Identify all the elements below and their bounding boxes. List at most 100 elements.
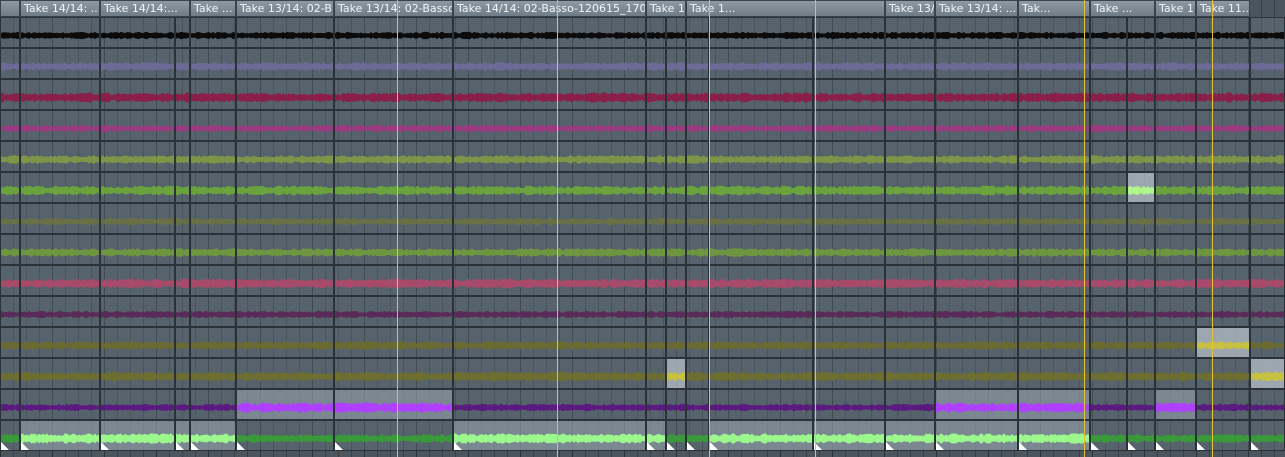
- audio-clip[interactable]: [1155, 327, 1196, 358]
- clip-resize-handle[interactable]: [1, 442, 9, 450]
- clip-resize-handle[interactable]: [454, 442, 462, 450]
- audio-clip[interactable]: [709, 110, 813, 141]
- audio-clip[interactable]: [709, 48, 813, 79]
- audio-clip[interactable]: [236, 17, 334, 48]
- audio-clip[interactable]: [453, 172, 646, 203]
- audio-clip[interactable]: [646, 172, 666, 203]
- clip-resize-handle[interactable]: [1019, 442, 1027, 450]
- audio-clip[interactable]: [686, 389, 709, 420]
- audio-clip[interactable]: [1196, 389, 1250, 420]
- audio-clip[interactable]: [1196, 296, 1250, 327]
- clip-title[interactable]: Take 14/14:...: [100, 0, 190, 17]
- audio-clip[interactable]: [709, 234, 813, 265]
- audio-clip[interactable]: [20, 420, 100, 451]
- audio-clip[interactable]: [175, 172, 190, 203]
- audio-clip[interactable]: [885, 48, 935, 79]
- audio-clip[interactable]: [813, 389, 885, 420]
- audio-clip[interactable]: [190, 48, 236, 79]
- audio-clip[interactable]: [175, 265, 190, 296]
- audio-clip[interactable]: [190, 358, 236, 389]
- audio-clip[interactable]: [20, 172, 100, 203]
- audio-clip[interactable]: [453, 420, 646, 451]
- audio-clip[interactable]: [175, 110, 190, 141]
- audio-clip[interactable]: [334, 296, 453, 327]
- audio-clip[interactable]: [709, 358, 813, 389]
- clip-title[interactable]: Take ...: [190, 0, 236, 17]
- audio-clip[interactable]: [334, 141, 453, 172]
- audio-clip[interactable]: [334, 234, 453, 265]
- audio-clip[interactable]: [453, 203, 646, 234]
- clip-title[interactable]: Take 1...: [686, 0, 885, 17]
- audio-clip[interactable]: [885, 389, 935, 420]
- audio-clip[interactable]: [646, 327, 666, 358]
- audio-clip[interactable]: [709, 389, 813, 420]
- time-marker[interactable]: [1084, 0, 1085, 457]
- audio-clip[interactable]: [190, 203, 236, 234]
- audio-clip[interactable]: [1250, 48, 1285, 79]
- audio-clip[interactable]: [646, 296, 666, 327]
- audio-clip[interactable]: [1250, 420, 1285, 451]
- audio-clip[interactable]: [20, 79, 100, 110]
- audio-clip[interactable]: [0, 420, 20, 451]
- time-marker[interactable]: [1212, 0, 1213, 457]
- clip-resize-handle[interactable]: [886, 442, 894, 450]
- clip-resize-handle[interactable]: [1091, 442, 1099, 450]
- audio-clip[interactable]: [709, 172, 813, 203]
- audio-clip[interactable]: [1018, 389, 1090, 420]
- audio-clip[interactable]: [0, 141, 20, 172]
- audio-clip[interactable]: [1127, 141, 1155, 172]
- audio-clip[interactable]: [236, 296, 334, 327]
- audio-clip[interactable]: [1196, 203, 1250, 234]
- audio-clip[interactable]: [1155, 358, 1196, 389]
- audio-clip[interactable]: [686, 420, 709, 451]
- audio-clip[interactable]: [935, 203, 1018, 234]
- audio-clip[interactable]: [935, 327, 1018, 358]
- track-lane[interactable]: [0, 79, 1285, 110]
- audio-clip[interactable]: [334, 265, 453, 296]
- audio-clip[interactable]: [100, 420, 175, 451]
- audio-clip[interactable]: [1250, 234, 1285, 265]
- audio-clip[interactable]: [666, 79, 686, 110]
- audio-clip[interactable]: [709, 265, 813, 296]
- audio-clip[interactable]: [813, 420, 885, 451]
- audio-clip[interactable]: [1090, 358, 1127, 389]
- track-lane[interactable]: [0, 265, 1285, 296]
- audio-clip[interactable]: [0, 48, 20, 79]
- audio-clip[interactable]: [20, 389, 100, 420]
- audio-clip[interactable]: [1090, 48, 1127, 79]
- track-lane[interactable]: [0, 420, 1285, 451]
- audio-clip[interactable]: [334, 327, 453, 358]
- audio-clip[interactable]: [686, 17, 709, 48]
- audio-clip[interactable]: [813, 110, 885, 141]
- audio-clip[interactable]: [1250, 327, 1285, 358]
- clip-title[interactable]: Take 14/14: ...: [20, 0, 100, 17]
- audio-clip[interactable]: [1196, 172, 1250, 203]
- audio-clip[interactable]: [666, 48, 686, 79]
- audio-clip[interactable]: [236, 203, 334, 234]
- time-marker[interactable]: [397, 0, 398, 457]
- audio-clip[interactable]: [190, 172, 236, 203]
- audio-clip[interactable]: [935, 79, 1018, 110]
- audio-clip[interactable]: [453, 141, 646, 172]
- audio-clip[interactable]: [1155, 79, 1196, 110]
- audio-clip[interactable]: [885, 79, 935, 110]
- audio-clip[interactable]: [813, 79, 885, 110]
- audio-clip[interactable]: [175, 203, 190, 234]
- audio-clip[interactable]: [1155, 172, 1196, 203]
- audio-clip[interactable]: [1196, 110, 1250, 141]
- audio-clip[interactable]: [1090, 389, 1127, 420]
- audio-clip[interactable]: [885, 265, 935, 296]
- audio-clip[interactable]: [236, 389, 334, 420]
- audio-clip[interactable]: [813, 172, 885, 203]
- audio-clip[interactable]: [1090, 327, 1127, 358]
- audio-clip[interactable]: [0, 296, 20, 327]
- audio-clip[interactable]: [20, 110, 100, 141]
- audio-clip[interactable]: [1018, 234, 1090, 265]
- audio-clip[interactable]: [1127, 327, 1155, 358]
- audio-clip[interactable]: [813, 48, 885, 79]
- audio-clip[interactable]: [1018, 296, 1090, 327]
- audio-clip[interactable]: [1127, 17, 1155, 48]
- audio-clip[interactable]: [646, 203, 666, 234]
- track-lane[interactable]: [0, 234, 1285, 265]
- clip-resize-handle[interactable]: [687, 442, 695, 450]
